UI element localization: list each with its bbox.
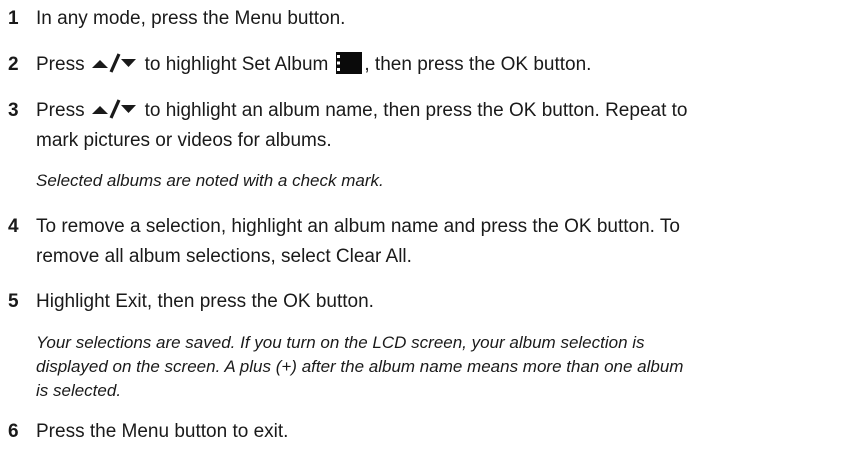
step-number: 6 bbox=[8, 421, 19, 442]
step-number: 1 bbox=[8, 8, 19, 29]
step-text-line: Press to highlight an album name, then pr… bbox=[36, 98, 826, 126]
step-text-line: Press to highlight Set Album , then press … bbox=[36, 52, 826, 81]
step-number: 5 bbox=[8, 291, 19, 312]
step-text: Highlight Exit, then press the OK button… bbox=[36, 291, 374, 312]
step-number: 4 bbox=[8, 216, 19, 237]
step-text-line: mark pictures or videos for albums. bbox=[36, 130, 332, 151]
step-note-line: Your selections are saved. If you turn o… bbox=[36, 333, 645, 352]
up-down-arrows-icon bbox=[91, 99, 137, 126]
step-text-highlight: to highlight Set Album bbox=[144, 54, 329, 75]
step-text-line: remove all album selections, select Clea… bbox=[36, 246, 412, 267]
up-down-arrows-icon bbox=[91, 53, 137, 80]
step-note: Selected albums are noted with a check m… bbox=[36, 171, 384, 190]
step-text-line: To remove a selection, highlight an albu… bbox=[36, 216, 680, 237]
step-number: 2 bbox=[8, 54, 19, 75]
step-note-line: displayed on the screen. A plus (+) afte… bbox=[36, 357, 684, 376]
step-number: 3 bbox=[8, 100, 19, 121]
step-note-line: is selected. bbox=[36, 381, 122, 400]
step-text-highlight: to highlight an album name, then press t… bbox=[144, 100, 688, 121]
step-text-ok: , then press the OK button. bbox=[364, 54, 592, 75]
set-album-icon bbox=[336, 52, 363, 81]
step-text-press: Press bbox=[36, 100, 85, 121]
step-text: Press the Menu button to exit. bbox=[36, 421, 289, 442]
step-text-press: Press bbox=[36, 54, 85, 75]
step-text: In any mode, press the Menu button. bbox=[36, 8, 346, 29]
